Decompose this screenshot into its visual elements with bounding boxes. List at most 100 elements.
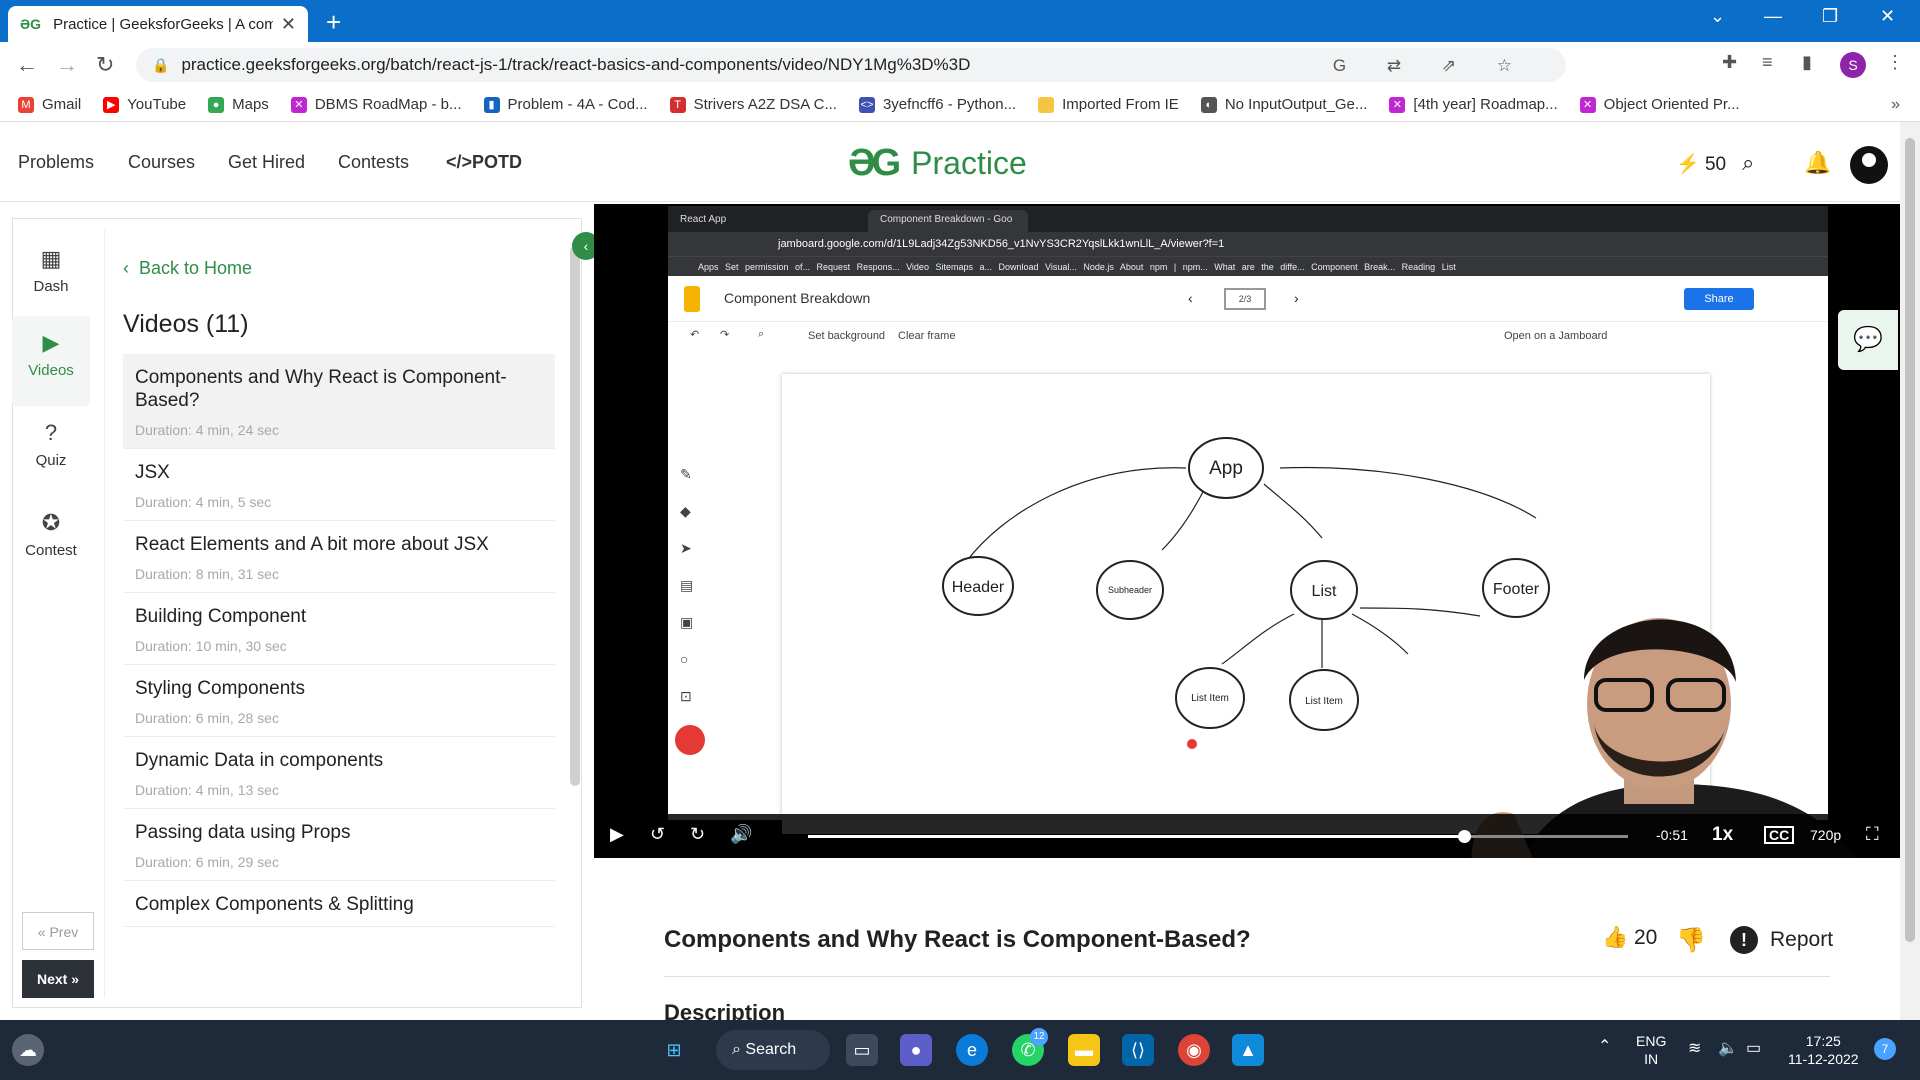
rewind-10-icon[interactable]: ↺: [650, 824, 665, 845]
bookmark-item[interactable]: M Gmail: [18, 96, 81, 113]
bookmarks-overflow-icon[interactable]: »: [1891, 96, 1900, 114]
bookmark-item[interactable]: Imported From IE: [1038, 96, 1179, 113]
extensions-icon[interactable]: ✚: [1722, 52, 1737, 73]
omnibox-action-icons[interactable]: G ⇄ ⇗ ☆: [1333, 56, 1530, 76]
video-list-item[interactable]: React Elements and A bit more about JSX D…: [123, 521, 555, 593]
restore-icon[interactable]: ❐: [1822, 6, 1838, 27]
bookmark-item[interactable]: T Strivers A2Z DSA C...: [669, 96, 837, 113]
page-scrollbar[interactable]: [1900, 122, 1920, 1020]
user-avatar[interactable]: [1850, 146, 1888, 184]
video-list-item[interactable]: Components and Why React is Component-Ba…: [123, 354, 555, 449]
rail-quiz[interactable]: ? Quiz: [12, 406, 90, 496]
tray-chevron-icon[interactable]: ⌃: [1598, 1038, 1611, 1056]
bell-icon[interactable]: 🔔: [1804, 150, 1831, 176]
bookmark-item[interactable]: ● Maps: [208, 96, 269, 113]
window-close-icon[interactable]: ✕: [1880, 6, 1895, 27]
reload-icon[interactable]: ↻: [96, 52, 114, 78]
forward-10-icon[interactable]: ↻: [690, 824, 705, 845]
url-text[interactable]: practice.geeksforgeeks.org/batch/react-j…: [181, 55, 970, 75]
weather-icon[interactable]: ☁: [12, 1034, 44, 1066]
volume-icon[interactable]: 🔊: [730, 824, 752, 845]
nav-get-hired[interactable]: Get Hired: [228, 152, 305, 173]
bookmark-item[interactable]: ✕ Object Oriented Pr...: [1579, 96, 1740, 113]
bookmark-item[interactable]: ▮ Problem - 4A - Cod...: [483, 96, 648, 113]
site-logo[interactable]: ƏG Practice: [848, 142, 1027, 185]
list-scrollbar[interactable]: [570, 246, 580, 786]
wifi-icon[interactable]: ≋: [1688, 1040, 1701, 1058]
tab-close-icon[interactable]: ✕: [281, 14, 296, 35]
fullscreen-icon[interactable]: ⛶: [1866, 824, 1879, 845]
search-glass-icon: ⌕: [732, 1041, 741, 1058]
bookmark-item[interactable]: ✕ DBMS RoadMap - b...: [290, 96, 462, 113]
media-control-icon[interactable]: ≡: [1762, 52, 1773, 73]
browser-tab-active[interactable]: ƏG Practice | GeeksforGeeks | A com ✕: [8, 6, 308, 42]
next-button[interactable]: Next »: [22, 960, 94, 998]
like-button[interactable]: 👍 20: [1602, 926, 1657, 950]
address-bar[interactable]: 🔒 practice.geeksforgeeks.org/batch/react…: [136, 48, 1566, 82]
dislike-icon[interactable]: 👎: [1676, 926, 1706, 955]
vscode-icon[interactable]: ⟨⟩: [1122, 1034, 1154, 1066]
side-panel-icon[interactable]: ▮: [1802, 52, 1812, 73]
jamboard-sidebar: ✎ ◆ ➤ ▤ ▣ ○ ⊡: [675, 466, 705, 755]
prev-button[interactable]: « Prev: [22, 912, 94, 950]
battery-icon[interactable]: ▭: [1746, 1040, 1761, 1058]
lightning-icon: ⚡: [1676, 154, 1700, 175]
bookmark-item[interactable]: ✕ [4th year] Roadmap...: [1389, 96, 1558, 113]
chat-icon[interactable]: 💬: [1838, 310, 1898, 370]
nav-potd[interactable]: </>POTD: [446, 152, 522, 173]
page-scroll-thumb[interactable]: [1905, 138, 1915, 942]
file-explorer-icon[interactable]: ▬: [1068, 1034, 1100, 1066]
profile-avatar[interactable]: S: [1840, 52, 1866, 78]
play-icon[interactable]: ▶: [610, 824, 624, 845]
browser-menu-icon[interactable]: ⋮: [1886, 52, 1904, 73]
nav-courses[interactable]: Courses: [128, 152, 195, 173]
lock-icon[interactable]: 🔒: [152, 57, 169, 74]
back-to-home-label: Back to Home: [139, 258, 253, 278]
label-header: Header: [952, 579, 1005, 596]
back-arrow-icon[interactable]: ←: [16, 52, 38, 78]
video-list-item[interactable]: Styling Components Duration: 6 min, 28 se…: [123, 665, 555, 737]
back-to-home-link[interactable]: ‹ Back to Home: [123, 258, 252, 279]
nav-problems[interactable]: Problems: [18, 152, 94, 173]
video-list-item[interactable]: Complex Components & Splitting: [123, 881, 555, 927]
task-view-icon[interactable]: ▭: [846, 1034, 878, 1066]
video-list-item[interactable]: Dynamic Data in components Duration: 4 mi…: [123, 737, 555, 809]
streak-counter[interactable]: ⚡ 50: [1676, 152, 1726, 176]
notification-badge[interactable]: 7: [1874, 1038, 1896, 1060]
minimize-icon[interactable]: —: [1764, 6, 1782, 27]
teams-icon[interactable]: ●: [900, 1034, 932, 1066]
taskbar-search[interactable]: ⌕ Search: [716, 1030, 830, 1070]
video-controls: ▶ ↺ ↻ 🔊 -0:51 1x CC 720p ⛶: [594, 814, 1900, 858]
seek-handle[interactable]: [1458, 830, 1471, 843]
rail-dash[interactable]: ▦ Dash: [12, 232, 90, 322]
search-icon[interactable]: ⌕: [1742, 150, 1754, 176]
video-player[interactable]: React App Component Breakdown - Goo jamb…: [594, 204, 1900, 858]
laser-icon: [675, 725, 705, 755]
clock[interactable]: 17:25 11-12-2022: [1788, 1032, 1859, 1068]
quality-selector[interactable]: 720p: [1810, 827, 1841, 843]
captions-icon[interactable]: CC: [1764, 826, 1795, 844]
forward-arrow-icon[interactable]: →: [56, 52, 78, 78]
edge-icon[interactable]: e: [956, 1034, 988, 1066]
language-indicator[interactable]: ENG IN: [1636, 1032, 1666, 1068]
zoom-icon: ⌕: [758, 328, 765, 340]
sticky-note-icon: ▤: [680, 577, 694, 593]
bookmark-item[interactable]: ▶ YouTube: [103, 96, 186, 113]
nav-contests[interactable]: Contests: [338, 152, 409, 173]
video-list-item[interactable]: Building Component Duration: 10 min, 30 s…: [123, 593, 555, 665]
video-list-item[interactable]: Passing data using Props Duration: 6 min,…: [123, 809, 555, 881]
new-tab-icon[interactable]: +: [326, 7, 341, 38]
chrome-icon[interactable]: ◉: [1178, 1034, 1210, 1066]
speaker-icon[interactable]: 🔈: [1718, 1040, 1738, 1058]
tab-search-chevron-icon[interactable]: ⌄: [1710, 6, 1725, 27]
playback-speed[interactable]: 1x: [1712, 824, 1733, 846]
rail-videos[interactable]: ▶ Videos: [12, 316, 90, 406]
windows-start-icon[interactable]: ⊞: [658, 1034, 690, 1066]
video-list-item[interactable]: JSX Duration: 4 min, 5 sec: [123, 449, 555, 521]
bookmark-item[interactable]: <> 3yefncff6 - Python...: [858, 96, 1016, 113]
photos-icon[interactable]: ▲: [1232, 1034, 1264, 1066]
seek-bar[interactable]: [808, 830, 1628, 843]
bookmark-item[interactable]: ◐ No InputOutput_Ge...: [1200, 96, 1367, 113]
report-button[interactable]: ! Report: [1730, 926, 1833, 954]
rail-contest[interactable]: ✪ Contest: [12, 496, 90, 586]
